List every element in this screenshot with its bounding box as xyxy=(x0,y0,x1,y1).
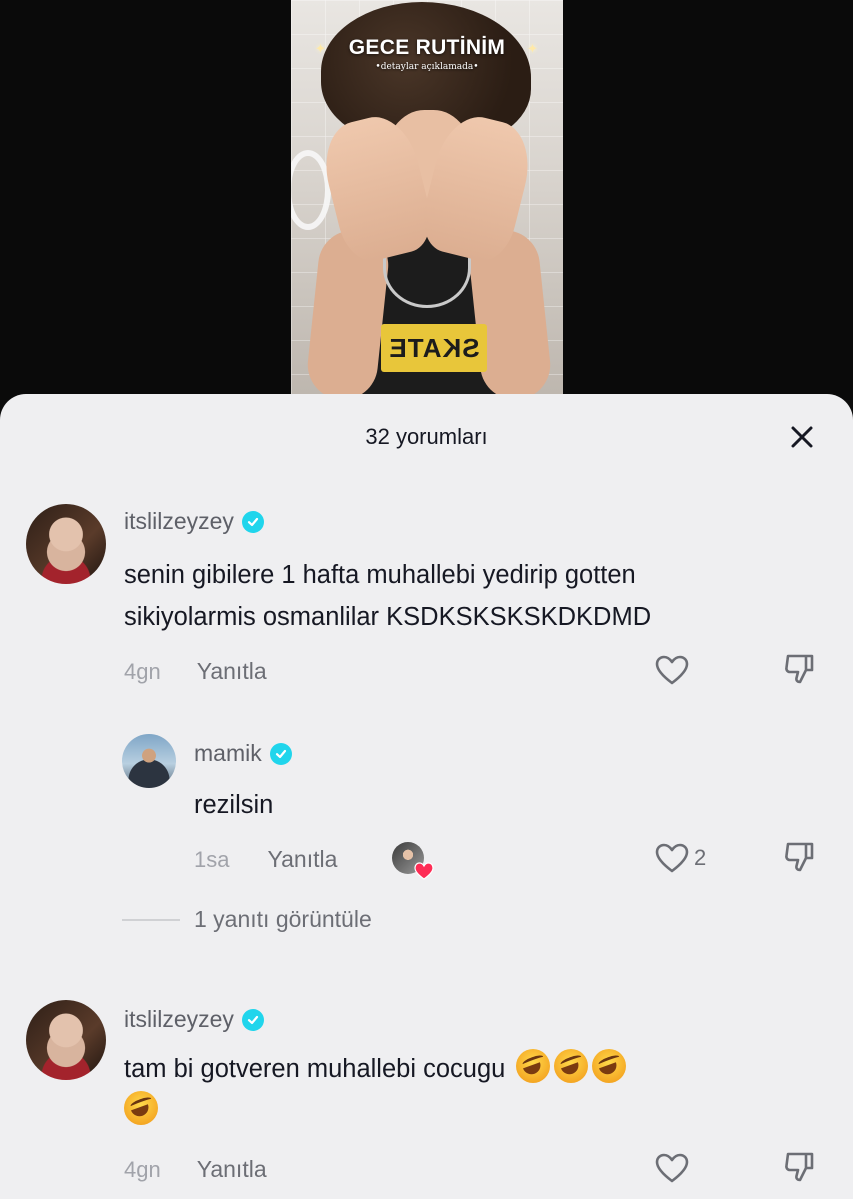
heart-outline-icon xyxy=(655,843,689,873)
like-count: 2 xyxy=(694,845,707,870)
video-title: GECE RUTİNİM xyxy=(348,36,506,59)
comment-text: tam bi gotveren muhallebi cocugu xyxy=(124,1048,804,1132)
comment-text-line: sikiyolarmis osmanlilar KSDKSKSKSKDKDMD xyxy=(124,603,652,631)
comment-text-line: tam bi gotveren muhallebi cocugu xyxy=(124,1055,506,1083)
video-subtitle: •detaylar açıklamada• xyxy=(375,62,479,72)
laughing-emoji-icon xyxy=(516,1049,551,1083)
comments-sheet: 32 yorumları itslilzeyzey senin gibilere… xyxy=(0,394,853,1199)
comment-username[interactable]: itslilzeyzey xyxy=(124,1006,234,1033)
laughing-emoji-icon xyxy=(124,1091,158,1125)
reply-button[interactable]: Yanıtla xyxy=(197,658,267,685)
reply-button[interactable]: Yanıtla xyxy=(267,846,337,873)
close-icon xyxy=(791,426,813,448)
view-replies-button[interactable]: 1 yanıtı görüntüle xyxy=(122,906,372,933)
thumbs-down-icon xyxy=(785,654,814,684)
reply-button[interactable]: Yanıtla xyxy=(197,1156,267,1183)
heart-filled-icon xyxy=(414,862,434,880)
comment-timestamp: 4gn xyxy=(124,1156,161,1182)
dislike-button[interactable] xyxy=(782,652,816,691)
laughing-emoji-icon xyxy=(592,1049,627,1083)
avatar[interactable] xyxy=(26,1000,106,1080)
shirt-logo: SKATE xyxy=(381,324,487,372)
liked-by-creator-badge xyxy=(392,842,434,880)
verified-badge-icon xyxy=(241,1008,264,1031)
laughing-emoji-icon xyxy=(554,1049,589,1083)
comments-count-title: 32 yorumları xyxy=(365,424,488,449)
video-frame[interactable]: SKATE ✦ ✦ GECE RUTİNİM •detaylar açıklam… xyxy=(291,0,563,400)
heart-outline-icon xyxy=(655,655,689,685)
comment-text-line: senin gibilere 1 hafta muhallebi yedirip… xyxy=(124,561,636,589)
verified-badge-icon xyxy=(241,510,264,533)
comment-text-line: rezilsin xyxy=(194,791,274,819)
like-button[interactable] xyxy=(654,654,690,686)
comment-text: rezilsin xyxy=(194,784,273,826)
dislike-button[interactable] xyxy=(782,1150,816,1189)
like-button[interactable]: 2 xyxy=(654,842,706,874)
dislike-button[interactable] xyxy=(782,840,816,879)
divider-line xyxy=(122,918,180,921)
heart-outline-icon xyxy=(655,1153,689,1183)
close-button[interactable] xyxy=(787,422,817,452)
comment-username[interactable]: mamik xyxy=(194,740,262,767)
comment-timestamp: 1sa xyxy=(194,846,230,872)
view-replies-label: 1 yanıtı görüntüle xyxy=(194,906,372,932)
avatar[interactable] xyxy=(26,504,106,584)
like-button[interactable] xyxy=(654,1152,690,1184)
comment-username[interactable]: itslilzeyzey xyxy=(124,508,234,535)
comment-timestamp: 4gn xyxy=(124,658,161,684)
video-player[interactable]: SKATE ✦ ✦ GECE RUTİNİM •detaylar açıklam… xyxy=(0,0,853,400)
avatar[interactable] xyxy=(122,734,176,788)
thumbs-down-icon xyxy=(785,1152,814,1182)
thumbs-down-icon xyxy=(785,842,814,872)
comment-text: senin gibilere 1 hafta muhallebi yedirip… xyxy=(124,554,651,638)
verified-badge-icon xyxy=(269,742,292,765)
